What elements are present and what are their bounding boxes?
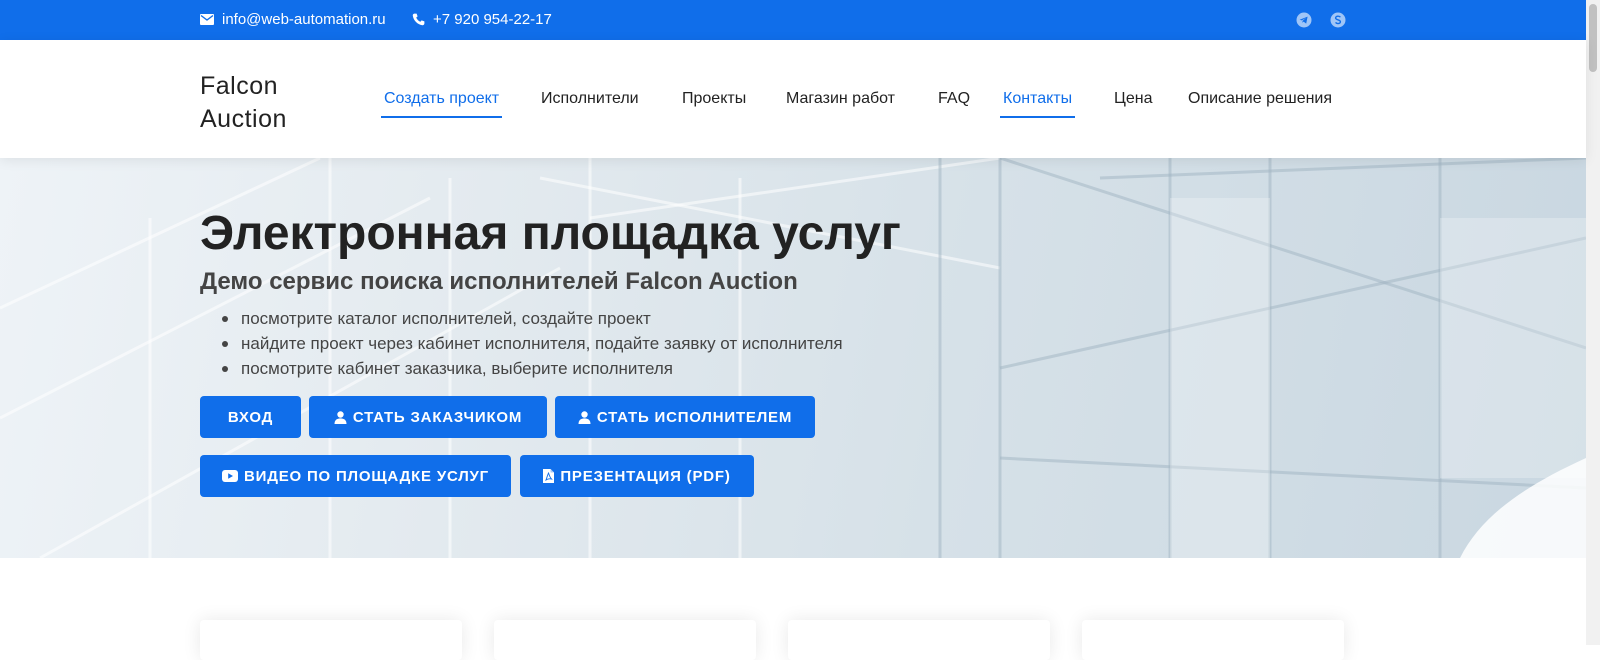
email-contact[interactable]: info@web-automation.ru — [200, 11, 386, 28]
list-item: посмотрите каталог исполнителей, создайт… — [200, 306, 843, 331]
feature-card — [200, 620, 462, 660]
phone-text[interactable]: +7 920 954-22-17 — [433, 11, 552, 28]
nav-executors[interactable]: Исполнители — [541, 88, 639, 118]
nav-create-project[interactable]: Создать проект — [380, 88, 503, 118]
feature-card — [494, 620, 756, 660]
become-customer-label: СТАТЬ ЗАКАЗЧИКОМ — [352, 408, 523, 426]
hero-title: Электронная площадка услуг — [200, 207, 901, 260]
video-button[interactable]: ВИДЕО ПО ПЛОЩАДКЕ УСЛУГ — [200, 455, 511, 497]
email-text[interactable]: info@web-automation.ru — [222, 11, 386, 28]
feature-card — [788, 620, 1050, 660]
list-item: найдите проект через кабинет исполнителя… — [200, 331, 843, 356]
page-scrollbar[interactable] — [1586, 0, 1600, 645]
pdf-file-icon — [543, 469, 555, 483]
presentation-pdf-button[interactable]: ПРЕЗЕНТАЦИЯ (PDF) — [520, 455, 754, 497]
scrollbar-thumb[interactable] — [1589, 4, 1597, 72]
nav-work-shop[interactable]: Магазин работ — [786, 88, 895, 118]
nav-contacts[interactable]: Контакты — [999, 88, 1076, 118]
hero-bullet-list: посмотрите каталог исполнителей, создайт… — [200, 306, 843, 381]
telegram-icon[interactable] — [1296, 12, 1312, 28]
video-button-label: ВИДЕО ПО ПЛОЩАДКЕ УСЛУГ — [244, 467, 489, 485]
youtube-icon — [222, 470, 239, 482]
list-item: посмотрите кабинет заказчика, выберите и… — [200, 356, 843, 381]
nav-price[interactable]: Цена — [1114, 88, 1152, 118]
nav-solution-description[interactable]: Описание решения — [1188, 88, 1332, 118]
user-icon — [578, 410, 591, 424]
skype-icon[interactable] — [1330, 12, 1346, 28]
feature-card — [1082, 620, 1344, 660]
hero-subtitle: Демо сервис поиска исполнителей Falcon A… — [200, 268, 798, 295]
top-bar: info@web-automation.ru +7 920 954-22-17 — [0, 0, 1586, 40]
become-customer-button[interactable]: СТАТЬ ЗАКАЗЧИКОМ — [309, 396, 547, 438]
envelope-icon — [200, 14, 214, 25]
become-executor-button[interactable]: СТАТЬ ИСПОЛНИТЕЛЕМ — [555, 396, 815, 438]
become-executor-label: СТАТЬ ИСПОЛНИТЕЛЕМ — [596, 408, 793, 426]
login-button-label: ВХОД — [227, 408, 274, 426]
hero-section: Электронная площадка услуг Демо сервис п… — [0, 158, 1586, 558]
phone-icon — [412, 13, 425, 26]
user-icon — [334, 410, 347, 424]
phone-contact[interactable]: +7 920 954-22-17 — [412, 11, 552, 28]
login-button[interactable]: ВХОД — [200, 396, 301, 438]
nav-faq[interactable]: FAQ — [938, 88, 970, 118]
site-header: Falcon Auction Создать проект Исполнител… — [0, 40, 1586, 158]
presentation-button-label: ПРЕЗЕНТАЦИЯ (PDF) — [560, 467, 731, 485]
site-logo[interactable]: Falcon Auction — [200, 70, 330, 136]
nav-projects[interactable]: Проекты — [682, 88, 746, 118]
